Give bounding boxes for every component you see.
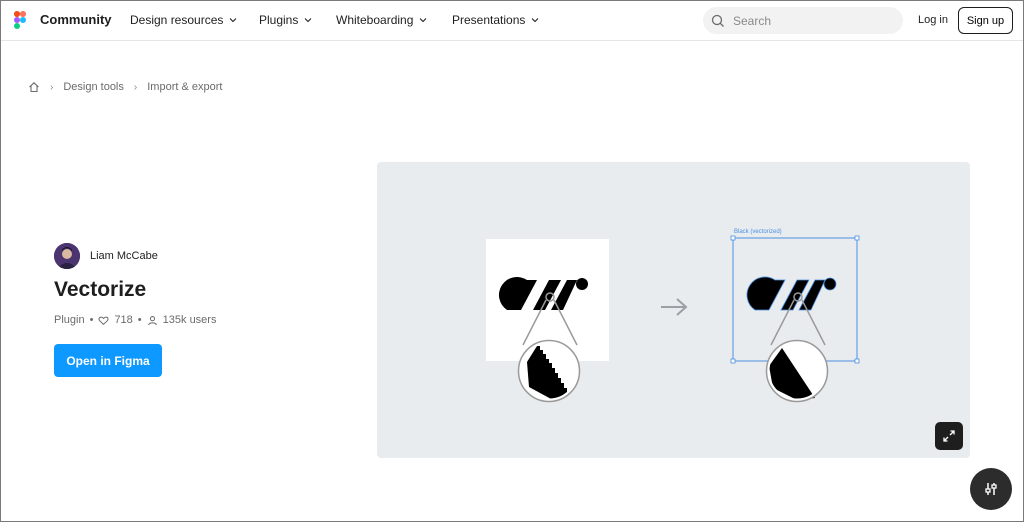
like-count: 718 (114, 314, 133, 326)
page-title: Vectorize (54, 278, 147, 301)
nav-design-resources[interactable]: Design resources (130, 13, 237, 27)
selection-label: Black (vectorized) (734, 229, 782, 235)
avatar (54, 243, 80, 269)
chevron-down-icon (229, 18, 237, 23)
preview-image[interactable]: Black (vectorized) (377, 162, 970, 458)
heart-icon[interactable] (98, 315, 109, 326)
plugin-type: Plugin (54, 314, 85, 326)
sliders-icon (985, 483, 997, 495)
search-input[interactable] (731, 12, 895, 29)
user-count: 135k users (162, 314, 217, 326)
nav-plugins[interactable]: Plugins (259, 13, 312, 27)
breadcrumb-design-tools[interactable]: Design tools (63, 81, 124, 93)
chevron-right-icon: › (133, 81, 138, 93)
meta-separator: • (89, 314, 94, 326)
breadcrumb: › Design tools › Import & export (28, 81, 222, 93)
expand-icon (943, 430, 955, 442)
top-navigation: Community Design resources Plugins White… (0, 0, 1024, 41)
search-box[interactable] (703, 7, 903, 34)
author[interactable]: Liam McCabe (54, 243, 158, 269)
home-icon[interactable] (28, 81, 40, 93)
community-brand-link[interactable]: Community (40, 12, 112, 27)
nav-item-label: Plugins (259, 13, 299, 27)
nav-presentations[interactable]: Presentations (452, 13, 539, 27)
vector-logo (730, 235, 860, 403)
chevron-down-icon (420, 18, 427, 23)
expand-preview-button[interactable] (935, 422, 963, 450)
open-in-figma-button[interactable]: Open in Figma (54, 344, 162, 377)
login-link[interactable]: Log in (918, 14, 948, 26)
nav-item-label: Design resources (130, 13, 224, 27)
search-icon (711, 14, 724, 27)
plugin-meta: Plugin • 718 • 135k users (54, 314, 216, 326)
raster-logo (498, 276, 588, 403)
meta-separator: • (137, 314, 142, 326)
nav-item-label: Presentations (452, 13, 526, 27)
nav-whiteboarding[interactable]: Whiteboarding (336, 13, 427, 27)
floating-settings-button[interactable] (970, 468, 1012, 510)
user-icon (147, 315, 157, 325)
signup-button[interactable]: Sign up (958, 7, 1013, 34)
arrow-right-icon (661, 298, 688, 316)
nav-item-label: Whiteboarding (336, 13, 414, 27)
chevron-down-icon (532, 18, 539, 23)
vectorize-illustration (498, 235, 860, 403)
breadcrumb-import-export[interactable]: Import & export (147, 81, 222, 93)
figma-logo-icon[interactable] (14, 11, 26, 29)
author-name[interactable]: Liam McCabe (90, 250, 158, 262)
chevron-down-icon (304, 18, 312, 23)
chevron-right-icon: › (50, 81, 54, 93)
